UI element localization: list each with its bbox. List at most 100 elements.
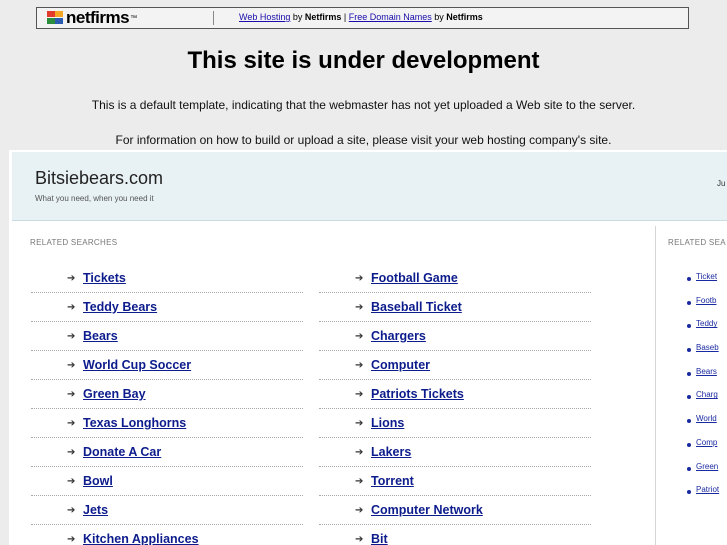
list-item: Ticket	[672, 271, 727, 295]
list-item: Charg	[672, 389, 727, 413]
list-item: ➔ Lions	[319, 410, 591, 438]
search-link[interactable]: Chargers	[371, 329, 426, 343]
search-link[interactable]: Texas Longhorns	[83, 416, 186, 430]
list-item: ➔ Green Bay	[31, 381, 303, 409]
site-title[interactable]: Bitsiebears.com	[35, 168, 163, 189]
list-item: World	[672, 413, 727, 437]
netfirms-logo-icon	[47, 11, 65, 25]
side-search-link[interactable]: Patriot	[696, 485, 719, 494]
list-item: Green	[672, 461, 727, 485]
arrow-icon: ➔	[67, 360, 76, 371]
netfirms-logo[interactable]: netfirms ™	[47, 9, 137, 27]
side-related-searches-label: RELATED SEA	[668, 238, 726, 247]
arrow-icon: ➔	[67, 534, 76, 545]
link-separator: |	[341, 12, 349, 22]
bullet-icon	[687, 371, 691, 376]
search-link[interactable]: Jets	[83, 503, 108, 517]
related-searches-list-left: ➔ Tickets ➔ Teddy Bears ➔ Bears ➔ World Cup …	[31, 265, 303, 545]
list-item: ➔ Bit	[319, 526, 591, 545]
list-item: ➔ World Cup Soccer	[31, 352, 303, 380]
list-item: ➔ Bears	[31, 323, 303, 351]
arrow-icon: ➔	[67, 331, 76, 342]
trademark-icon: ™	[130, 14, 138, 22]
side-search-link[interactable]: Footb	[696, 296, 716, 305]
bullet-icon	[687, 300, 691, 305]
arrow-icon: ➔	[355, 273, 364, 284]
arrow-icon: ➔	[355, 302, 364, 313]
bullet-icon	[687, 395, 691, 400]
search-link[interactable]: Torrent	[371, 474, 414, 488]
arrow-icon: ➔	[355, 447, 364, 458]
parked-page-frame: Bitsiebears.com What you need, when you …	[9, 150, 727, 545]
side-search-link[interactable]: Teddy	[696, 319, 717, 328]
arrow-icon: ➔	[67, 505, 76, 516]
list-item: ➔ Patriots Tickets	[319, 381, 591, 409]
related-searches-label: RELATED SEARCHES	[30, 238, 118, 247]
side-search-link[interactable]: Green	[696, 462, 718, 471]
search-link[interactable]: Lions	[371, 416, 404, 430]
page-title: This site is under development	[187, 47, 540, 74]
bullet-icon	[687, 324, 691, 329]
search-link[interactable]: Computer	[371, 358, 430, 372]
arrow-icon: ➔	[355, 418, 364, 429]
bullet-icon	[687, 277, 691, 281]
brand-netfirms: Netfirms	[446, 12, 483, 22]
related-searches-list-right: ➔ Football Game ➔ Baseball Ticket ➔ Charger…	[319, 265, 591, 545]
search-link[interactable]: Donate A Car	[83, 445, 161, 459]
list-item: ➔ Computer	[319, 352, 591, 380]
search-link[interactable]: Teddy Bears	[83, 300, 157, 314]
side-search-link[interactable]: Baseb	[696, 343, 719, 352]
search-link[interactable]: Kitchen Appliances	[83, 532, 199, 545]
arrow-icon: ➔	[67, 273, 76, 284]
bullet-icon	[687, 348, 691, 353]
search-link[interactable]: Lakers	[371, 445, 411, 459]
search-link[interactable]: Tickets	[83, 271, 126, 285]
bullet-icon	[687, 466, 691, 471]
search-link[interactable]: Bowl	[83, 474, 113, 488]
side-related-searches-list: Ticket Footb Teddy Baseb Bears Charg Wor…	[672, 271, 727, 508]
side-search-link[interactable]: Bears	[696, 367, 717, 376]
list-item: ➔ Football Game	[319, 265, 591, 293]
search-link[interactable]: Bears	[83, 329, 118, 343]
side-search-link[interactable]: World	[696, 414, 717, 423]
banner-links: Web Hosting by Netfirms | Free Domain Na…	[239, 12, 483, 22]
bullet-icon	[687, 490, 691, 495]
netfirms-logo-text: netfirms	[66, 8, 130, 27]
web-hosting-link[interactable]: Web Hosting	[239, 12, 290, 22]
list-item: ➔ Jets	[31, 497, 303, 525]
list-item: ➔ Bowl	[31, 468, 303, 496]
list-item: ➔ Chargers	[319, 323, 591, 351]
side-search-link[interactable]: Charg	[696, 390, 718, 399]
arrow-icon: ➔	[355, 534, 364, 545]
search-link[interactable]: Patriots Tickets	[371, 387, 464, 401]
side-search-link[interactable]: Ticket	[696, 272, 717, 281]
bullet-icon	[687, 419, 691, 424]
arrow-icon: ➔	[355, 476, 364, 487]
arrow-icon: ➔	[355, 331, 364, 342]
list-item: ➔ Tickets	[31, 265, 303, 293]
list-item: Footb	[672, 295, 727, 319]
search-link[interactable]: Baseball Ticket	[371, 300, 462, 314]
free-domain-names-link[interactable]: Free Domain Names	[349, 12, 432, 22]
list-item: Teddy	[672, 318, 727, 342]
info-text-default-template: This is a default template, indicating t…	[91, 98, 636, 112]
list-item: ➔ Donate A Car	[31, 439, 303, 467]
list-item: Patriot	[672, 484, 727, 508]
info-text-hosting: For information on how to build or uploa…	[115, 133, 612, 147]
search-link[interactable]: Green Bay	[83, 387, 146, 401]
list-item: Baseb	[672, 342, 727, 366]
list-item: Bears	[672, 366, 727, 390]
list-item: ➔ Texas Longhorns	[31, 410, 303, 438]
arrow-icon: ➔	[67, 302, 76, 313]
site-tagline: What you need, when you need it	[35, 194, 154, 203]
by-text: by	[290, 12, 305, 22]
search-link[interactable]: Computer Network	[371, 503, 483, 517]
arrow-icon: ➔	[67, 389, 76, 400]
search-link[interactable]: World Cup Soccer	[83, 358, 191, 372]
search-link[interactable]: Football Game	[371, 271, 458, 285]
header-right-text: Ju	[717, 179, 726, 188]
search-link[interactable]: Bit	[371, 532, 388, 545]
column-divider	[655, 226, 656, 545]
arrow-icon: ➔	[67, 476, 76, 487]
side-search-link[interactable]: Comp	[696, 438, 717, 447]
